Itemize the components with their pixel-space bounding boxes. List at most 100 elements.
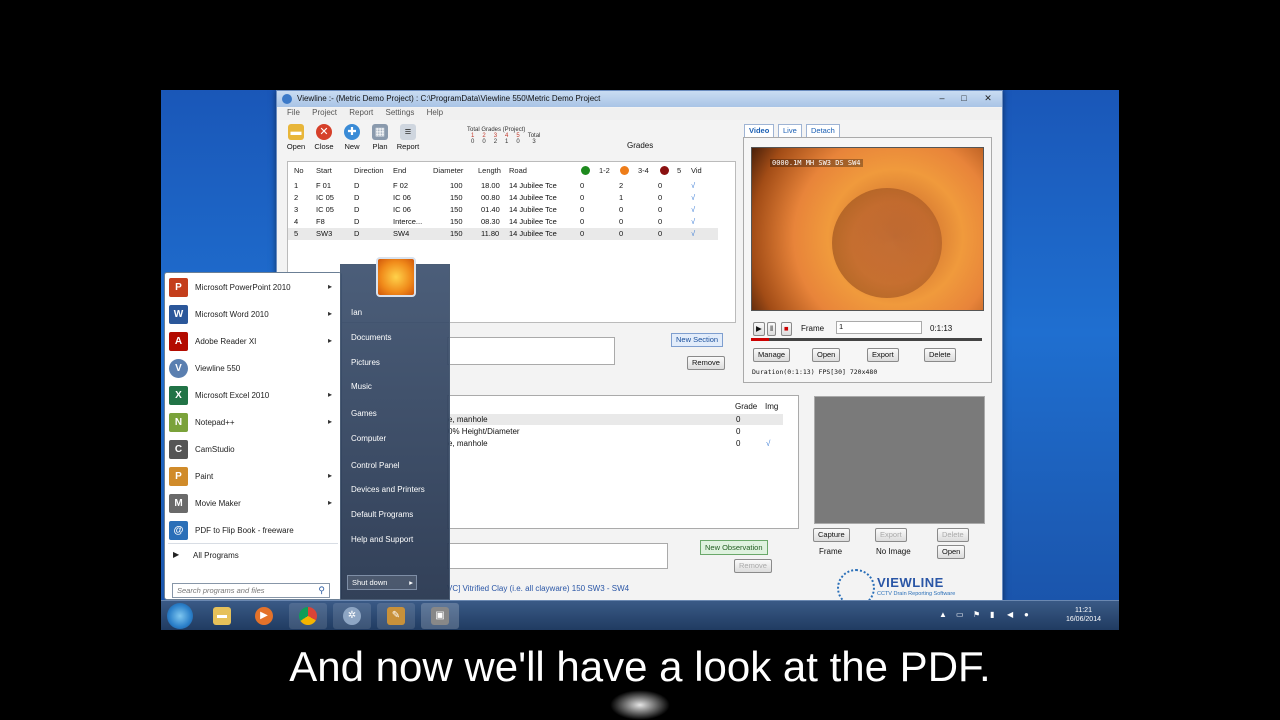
- cell-end: Interce...: [393, 217, 423, 226]
- cell-grade-3-4: 0: [619, 205, 624, 214]
- plan-button[interactable]: ▦ Plan: [366, 124, 394, 151]
- table-row[interactable]: 2 IC 05 D IC 06 150 00.80 14 Jubilee Tce…: [288, 192, 718, 204]
- open-video-button[interactable]: Open: [812, 348, 841, 362]
- tray-network-icon[interactable]: ▭: [956, 610, 964, 619]
- search-input[interactable]: Search programs and files ⚲: [172, 583, 330, 598]
- chrome-icon: [299, 607, 317, 625]
- taskbar-camstudio[interactable]: ▣: [421, 603, 459, 629]
- menu-project[interactable]: Project: [312, 108, 337, 117]
- window-titlebar[interactable]: Viewline :- (Metric Demo Project) : C:\P…: [277, 91, 1002, 107]
- col-grade-5: 5: [677, 166, 682, 175]
- start-button[interactable]: [167, 603, 193, 629]
- open-button[interactable]: ▬ Open: [282, 124, 310, 151]
- link-pictures[interactable]: Pictures: [351, 358, 380, 367]
- link-default-programs[interactable]: Default Programs: [351, 510, 413, 519]
- program-label: Microsoft Excel 2010: [195, 391, 270, 400]
- tab-video[interactable]: Video: [744, 124, 775, 138]
- all-programs-button[interactable]: ▶ All Programs: [168, 547, 338, 563]
- new-section-button[interactable]: New Section: [671, 333, 724, 347]
- cell-length: 08.30: [481, 217, 500, 226]
- new-observation-button[interactable]: New Observation: [700, 540, 768, 555]
- cell-vid: √: [691, 217, 696, 226]
- link-user[interactable]: Ian: [351, 308, 362, 317]
- section-notes-field[interactable]: [447, 337, 615, 365]
- new-button[interactable]: ✚ New: [338, 124, 366, 151]
- cell-end: IC 06: [393, 205, 411, 214]
- menu-report[interactable]: Report: [349, 108, 373, 117]
- remove-section-button[interactable]: Remove: [687, 356, 725, 370]
- observation-notes-field[interactable]: [447, 543, 668, 569]
- frame-input[interactable]: 1: [836, 321, 922, 334]
- tray-globe-icon[interactable]: ●: [1024, 610, 1029, 619]
- plan-label: Plan: [372, 142, 388, 151]
- link-documents[interactable]: Documents: [351, 333, 391, 342]
- link-help-support[interactable]: Help and Support: [351, 535, 413, 544]
- tab-detach[interactable]: Detach: [806, 124, 840, 138]
- capture-button[interactable]: Capture: [813, 528, 850, 542]
- export-image-button[interactable]: Export: [875, 528, 907, 542]
- table-row[interactable]: 4 F8 D Interce... 150 08.30 14 Jubilee T…: [288, 216, 718, 228]
- play-button[interactable]: ▶: [753, 322, 765, 336]
- cell-start: F 01: [316, 181, 332, 190]
- tray-volume-icon[interactable]: ◀: [1007, 610, 1013, 619]
- menu-file[interactable]: File: [287, 108, 300, 117]
- program-pdf-flipbook[interactable]: @ PDF to Flip Book - freeware: [168, 519, 338, 541]
- tab-live[interactable]: Live: [778, 124, 802, 138]
- pause-button[interactable]: ‖: [767, 322, 777, 336]
- link-games[interactable]: Games: [351, 409, 377, 418]
- list-item[interactable]: 0% Height/Diameter 0: [448, 426, 783, 437]
- taskbar-media-player[interactable]: ▶: [245, 603, 283, 629]
- clock-date: 16/06/2014: [1065, 616, 1101, 623]
- submenu-arrow-icon: ▸: [327, 282, 332, 291]
- menu-help[interactable]: Help: [427, 108, 443, 117]
- tray-show-hidden-icon[interactable]: ▲: [939, 610, 947, 619]
- video-frame[interactable]: 0000.1M MH SW3 DS SW4: [751, 147, 984, 311]
- minimize-button[interactable]: –: [932, 92, 952, 104]
- close-project-button[interactable]: ✕ Close: [310, 124, 338, 151]
- table-row-selected[interactable]: 5 SW3 D SW4 150 11.80 14 Jubilee Tce 0 0…: [288, 228, 718, 240]
- taskbar-explorer[interactable]: ▬: [203, 603, 241, 629]
- program-movie-maker[interactable]: M Movie Maker ▸: [168, 492, 338, 514]
- program-excel[interactable]: X Microsoft Excel 2010 ▸: [168, 384, 338, 406]
- taskbar-chrome[interactable]: [289, 603, 327, 629]
- adobe-reader-icon: A: [169, 332, 188, 351]
- capture-preview: [814, 396, 985, 524]
- video-progress-track[interactable]: [751, 338, 982, 341]
- program-adobe-reader[interactable]: A Adobe Reader XI ▸: [168, 330, 338, 352]
- list-item[interactable]: e, manhole 0 √: [448, 438, 783, 449]
- export-video-button[interactable]: Export: [867, 348, 899, 362]
- link-computer[interactable]: Computer: [351, 434, 386, 443]
- close-window-button[interactable]: ✕: [978, 92, 998, 104]
- program-camstudio[interactable]: C CamStudio: [168, 438, 338, 460]
- maximize-button[interactable]: □: [954, 92, 974, 104]
- link-control-panel[interactable]: Control Panel: [351, 461, 399, 470]
- delete-image-button[interactable]: Delete: [937, 528, 969, 542]
- link-music[interactable]: Music: [351, 382, 372, 391]
- stop-button[interactable]: ■: [781, 322, 792, 336]
- remove-observation-button[interactable]: Remove: [734, 559, 772, 573]
- program-viewline[interactable]: V Viewline 550: [168, 357, 338, 379]
- program-notepadpp[interactable]: N Notepad++ ▸: [168, 411, 338, 433]
- observation-img: √: [766, 439, 771, 448]
- table-row[interactable]: 3 IC 05 D IC 06 150 01.40 14 Jubilee Tce…: [288, 204, 718, 216]
- link-devices-printers[interactable]: Devices and Printers: [351, 485, 425, 494]
- program-powerpoint[interactable]: P Microsoft PowerPoint 2010 ▸: [168, 276, 338, 298]
- program-label: Viewline 550: [195, 364, 241, 373]
- cell-road: 14 Jubilee Tce: [509, 193, 557, 202]
- table-row[interactable]: 1 F 01 D F 02 100 18.00 14 Jubilee Tce 0…: [288, 180, 718, 192]
- tray-signal-icon[interactable]: ▮: [990, 610, 994, 619]
- program-paint[interactable]: P Paint ▸: [168, 465, 338, 487]
- menu-settings[interactable]: Settings: [386, 108, 415, 117]
- program-word[interactable]: W Microsoft Word 2010 ▸: [168, 303, 338, 325]
- shutdown-button[interactable]: Shut down ▸: [347, 575, 417, 590]
- list-item[interactable]: e, manhole 0: [448, 414, 783, 425]
- tray-flag-icon[interactable]: ⚑: [973, 610, 980, 619]
- grades-label: Grades: [627, 141, 654, 150]
- clock[interactable]: 11:21 16/06/2014: [1066, 606, 1101, 624]
- manage-button[interactable]: Manage: [753, 348, 791, 362]
- taskbar-paint[interactable]: ✎: [377, 603, 415, 629]
- taskbar-viewline[interactable]: ✲: [333, 603, 371, 629]
- open-image-button[interactable]: Open: [937, 545, 966, 559]
- delete-video-button[interactable]: Delete: [924, 348, 956, 362]
- report-button[interactable]: ≡ Report: [394, 124, 422, 151]
